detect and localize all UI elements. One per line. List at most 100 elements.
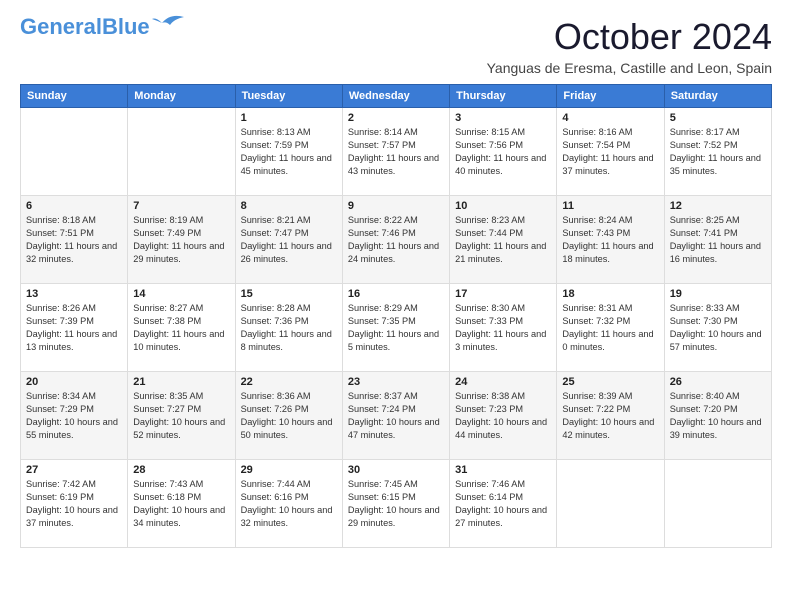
table-row: 7Sunrise: 8:19 AM Sunset: 7:49 PM Daylig… xyxy=(128,196,235,284)
page: GeneralBlue October 2024 Yanguas de Eres… xyxy=(0,0,792,558)
table-row: 18Sunrise: 8:31 AM Sunset: 7:32 PM Dayli… xyxy=(557,284,664,372)
day-number: 16 xyxy=(348,288,444,300)
table-row: 22 Sunrise: 8:36 AM Sunset: 7:26 PM Dayli… xyxy=(235,372,342,460)
day-number: 28 xyxy=(133,464,229,476)
day-info: Sunrise: 8:27 AM Sunset: 7:38 PM Dayligh… xyxy=(133,302,229,354)
day-info: Sunrise: 8:13 AM Sunset: 7:59 PM Dayligh… xyxy=(241,126,337,178)
day-number: 15 xyxy=(241,288,337,300)
day-number: 29 xyxy=(241,464,337,476)
header: GeneralBlue October 2024 Yanguas de Eres… xyxy=(20,16,772,76)
day-info: Sunrise: 8:30 AM Sunset: 7:33 PM Dayligh… xyxy=(455,302,551,354)
col-monday: Monday xyxy=(128,85,235,108)
day-number: 17 xyxy=(455,288,551,300)
table-row: 19 Sunrise: 8:33 AM Sunset: 7:30 PM Dayli… xyxy=(664,284,771,372)
day-number: 13 xyxy=(26,288,122,300)
logo: GeneralBlue xyxy=(20,16,184,38)
col-saturday: Saturday xyxy=(664,85,771,108)
table-row xyxy=(128,108,235,196)
logo-text: GeneralBlue xyxy=(20,16,150,38)
table-row: 31Sunrise: 7:46 AM Sunset: 6:14 PM Dayli… xyxy=(450,460,557,548)
day-info: Sunrise: 8:28 AM Sunset: 7:36 PM Dayligh… xyxy=(241,302,337,354)
logo-bird-icon xyxy=(152,13,184,33)
day-number: 6 xyxy=(26,200,122,212)
day-number: 22 xyxy=(241,376,337,388)
col-thursday: Thursday xyxy=(450,85,557,108)
table-row: 5 Sunrise: 8:17 AM Sunset: 7:52 PM Daylig… xyxy=(664,108,771,196)
table-row: 15 Sunrise: 8:28 AM Sunset: 7:36 PM Dayli… xyxy=(235,284,342,372)
day-info: Sunrise: 8:21 AM Sunset: 7:47 PM Dayligh… xyxy=(241,214,337,266)
day-info: Sunrise: 7:43 AM Sunset: 6:18 PM Dayligh… xyxy=(133,478,229,530)
day-number: 3 xyxy=(455,112,551,124)
table-row: 6 Sunrise: 8:18 AM Sunset: 7:51 PM Daylig… xyxy=(21,196,128,284)
day-info: Sunrise: 7:42 AM Sunset: 6:19 PM Dayligh… xyxy=(26,478,122,530)
title-block: October 2024 Yanguas de Eresma, Castille… xyxy=(487,16,772,76)
table-row: 2 Sunrise: 8:14 AM Sunset: 7:57 PM Daylig… xyxy=(342,108,449,196)
day-info: Sunrise: 8:39 AM Sunset: 7:22 PM Dayligh… xyxy=(562,390,658,442)
day-number: 14 xyxy=(133,288,229,300)
day-number: 26 xyxy=(670,376,766,388)
day-info: Sunrise: 8:33 AM Sunset: 7:30 PM Dayligh… xyxy=(670,302,766,354)
day-info: Sunrise: 8:26 AM Sunset: 7:39 PM Dayligh… xyxy=(26,302,122,354)
day-number: 27 xyxy=(26,464,122,476)
table-row: 27 Sunrise: 7:42 AM Sunset: 6:19 PM Dayli… xyxy=(21,460,128,548)
calendar-week-row: 13 Sunrise: 8:26 AM Sunset: 7:39 PM Dayli… xyxy=(21,284,772,372)
day-number: 21 xyxy=(133,376,229,388)
table-row: 10Sunrise: 8:23 AM Sunset: 7:44 PM Dayli… xyxy=(450,196,557,284)
day-number: 9 xyxy=(348,200,444,212)
table-row: 11 Sunrise: 8:24 AM Sunset: 7:43 PM Dayli… xyxy=(557,196,664,284)
day-info: Sunrise: 8:29 AM Sunset: 7:35 PM Dayligh… xyxy=(348,302,444,354)
day-number: 12 xyxy=(670,200,766,212)
day-info: Sunrise: 7:45 AM Sunset: 6:15 PM Dayligh… xyxy=(348,478,444,530)
day-number: 11 xyxy=(562,200,658,212)
day-number: 1 xyxy=(241,112,337,124)
table-row: 30 Sunrise: 7:45 AM Sunset: 6:15 PM Dayli… xyxy=(342,460,449,548)
table-row: 14 Sunrise: 8:27 AM Sunset: 7:38 PM Dayli… xyxy=(128,284,235,372)
calendar-week-row: 20 Sunrise: 8:34 AM Sunset: 7:29 PM Dayli… xyxy=(21,372,772,460)
table-row: 20 Sunrise: 8:34 AM Sunset: 7:29 PM Dayli… xyxy=(21,372,128,460)
day-info: Sunrise: 8:23 AM Sunset: 7:44 PM Dayligh… xyxy=(455,214,551,266)
day-info: Sunrise: 8:16 AM Sunset: 7:54 PM Dayligh… xyxy=(562,126,658,178)
day-info: Sunrise: 8:34 AM Sunset: 7:29 PM Dayligh… xyxy=(26,390,122,442)
day-info: Sunrise: 8:38 AM Sunset: 7:23 PM Dayligh… xyxy=(455,390,551,442)
table-row: 17 Sunrise: 8:30 AM Sunset: 7:33 PM Dayli… xyxy=(450,284,557,372)
col-wednesday: Wednesday xyxy=(342,85,449,108)
table-row: 24 Sunrise: 8:38 AM Sunset: 7:23 PM Dayli… xyxy=(450,372,557,460)
day-info: Sunrise: 8:18 AM Sunset: 7:51 PM Dayligh… xyxy=(26,214,122,266)
day-number: 20 xyxy=(26,376,122,388)
day-number: 23 xyxy=(348,376,444,388)
calendar-week-row: 6 Sunrise: 8:18 AM Sunset: 7:51 PM Daylig… xyxy=(21,196,772,284)
day-info: Sunrise: 8:36 AM Sunset: 7:26 PM Dayligh… xyxy=(241,390,337,442)
table-row: 16 Sunrise: 8:29 AM Sunset: 7:35 PM Dayli… xyxy=(342,284,449,372)
table-row: 25 Sunrise: 8:39 AM Sunset: 7:22 PM Dayli… xyxy=(557,372,664,460)
day-info: Sunrise: 8:40 AM Sunset: 7:20 PM Dayligh… xyxy=(670,390,766,442)
table-row: 21 Sunrise: 8:35 AM Sunset: 7:27 PM Dayli… xyxy=(128,372,235,460)
table-row: 13 Sunrise: 8:26 AM Sunset: 7:39 PM Dayli… xyxy=(21,284,128,372)
day-number: 24 xyxy=(455,376,551,388)
day-info: Sunrise: 8:35 AM Sunset: 7:27 PM Dayligh… xyxy=(133,390,229,442)
table-row: 12 Sunrise: 8:25 AM Sunset: 7:41 PM Dayli… xyxy=(664,196,771,284)
calendar-week-row: 1 Sunrise: 8:13 AM Sunset: 7:59 PM Daylig… xyxy=(21,108,772,196)
day-info: Sunrise: 8:31 AM Sunset: 7:32 PM Dayligh… xyxy=(562,302,658,354)
day-number: 7 xyxy=(133,200,229,212)
day-info: Sunrise: 7:46 AM Sunset: 6:14 PM Dayligh… xyxy=(455,478,551,530)
day-info: Sunrise: 8:17 AM Sunset: 7:52 PM Dayligh… xyxy=(670,126,766,178)
day-info: Sunrise: 8:15 AM Sunset: 7:56 PM Dayligh… xyxy=(455,126,551,178)
day-number: 5 xyxy=(670,112,766,124)
table-row: 9Sunrise: 8:22 AM Sunset: 7:46 PM Daylig… xyxy=(342,196,449,284)
col-tuesday: Tuesday xyxy=(235,85,342,108)
day-number: 30 xyxy=(348,464,444,476)
table-row: 8Sunrise: 8:21 AM Sunset: 7:47 PM Daylig… xyxy=(235,196,342,284)
day-info: Sunrise: 8:24 AM Sunset: 7:43 PM Dayligh… xyxy=(562,214,658,266)
table-row xyxy=(664,460,771,548)
table-row: 23Sunrise: 8:37 AM Sunset: 7:24 PM Dayli… xyxy=(342,372,449,460)
day-info: Sunrise: 8:14 AM Sunset: 7:57 PM Dayligh… xyxy=(348,126,444,178)
table-row xyxy=(557,460,664,548)
table-row: 28 Sunrise: 7:43 AM Sunset: 6:18 PM Dayli… xyxy=(128,460,235,548)
day-info: Sunrise: 7:44 AM Sunset: 6:16 PM Dayligh… xyxy=(241,478,337,530)
day-number: 2 xyxy=(348,112,444,124)
day-number: 4 xyxy=(562,112,658,124)
day-info: Sunrise: 8:25 AM Sunset: 7:41 PM Dayligh… xyxy=(670,214,766,266)
day-number: 19 xyxy=(670,288,766,300)
table-row: 26 Sunrise: 8:40 AM Sunset: 7:20 PM Dayli… xyxy=(664,372,771,460)
day-number: 25 xyxy=(562,376,658,388)
